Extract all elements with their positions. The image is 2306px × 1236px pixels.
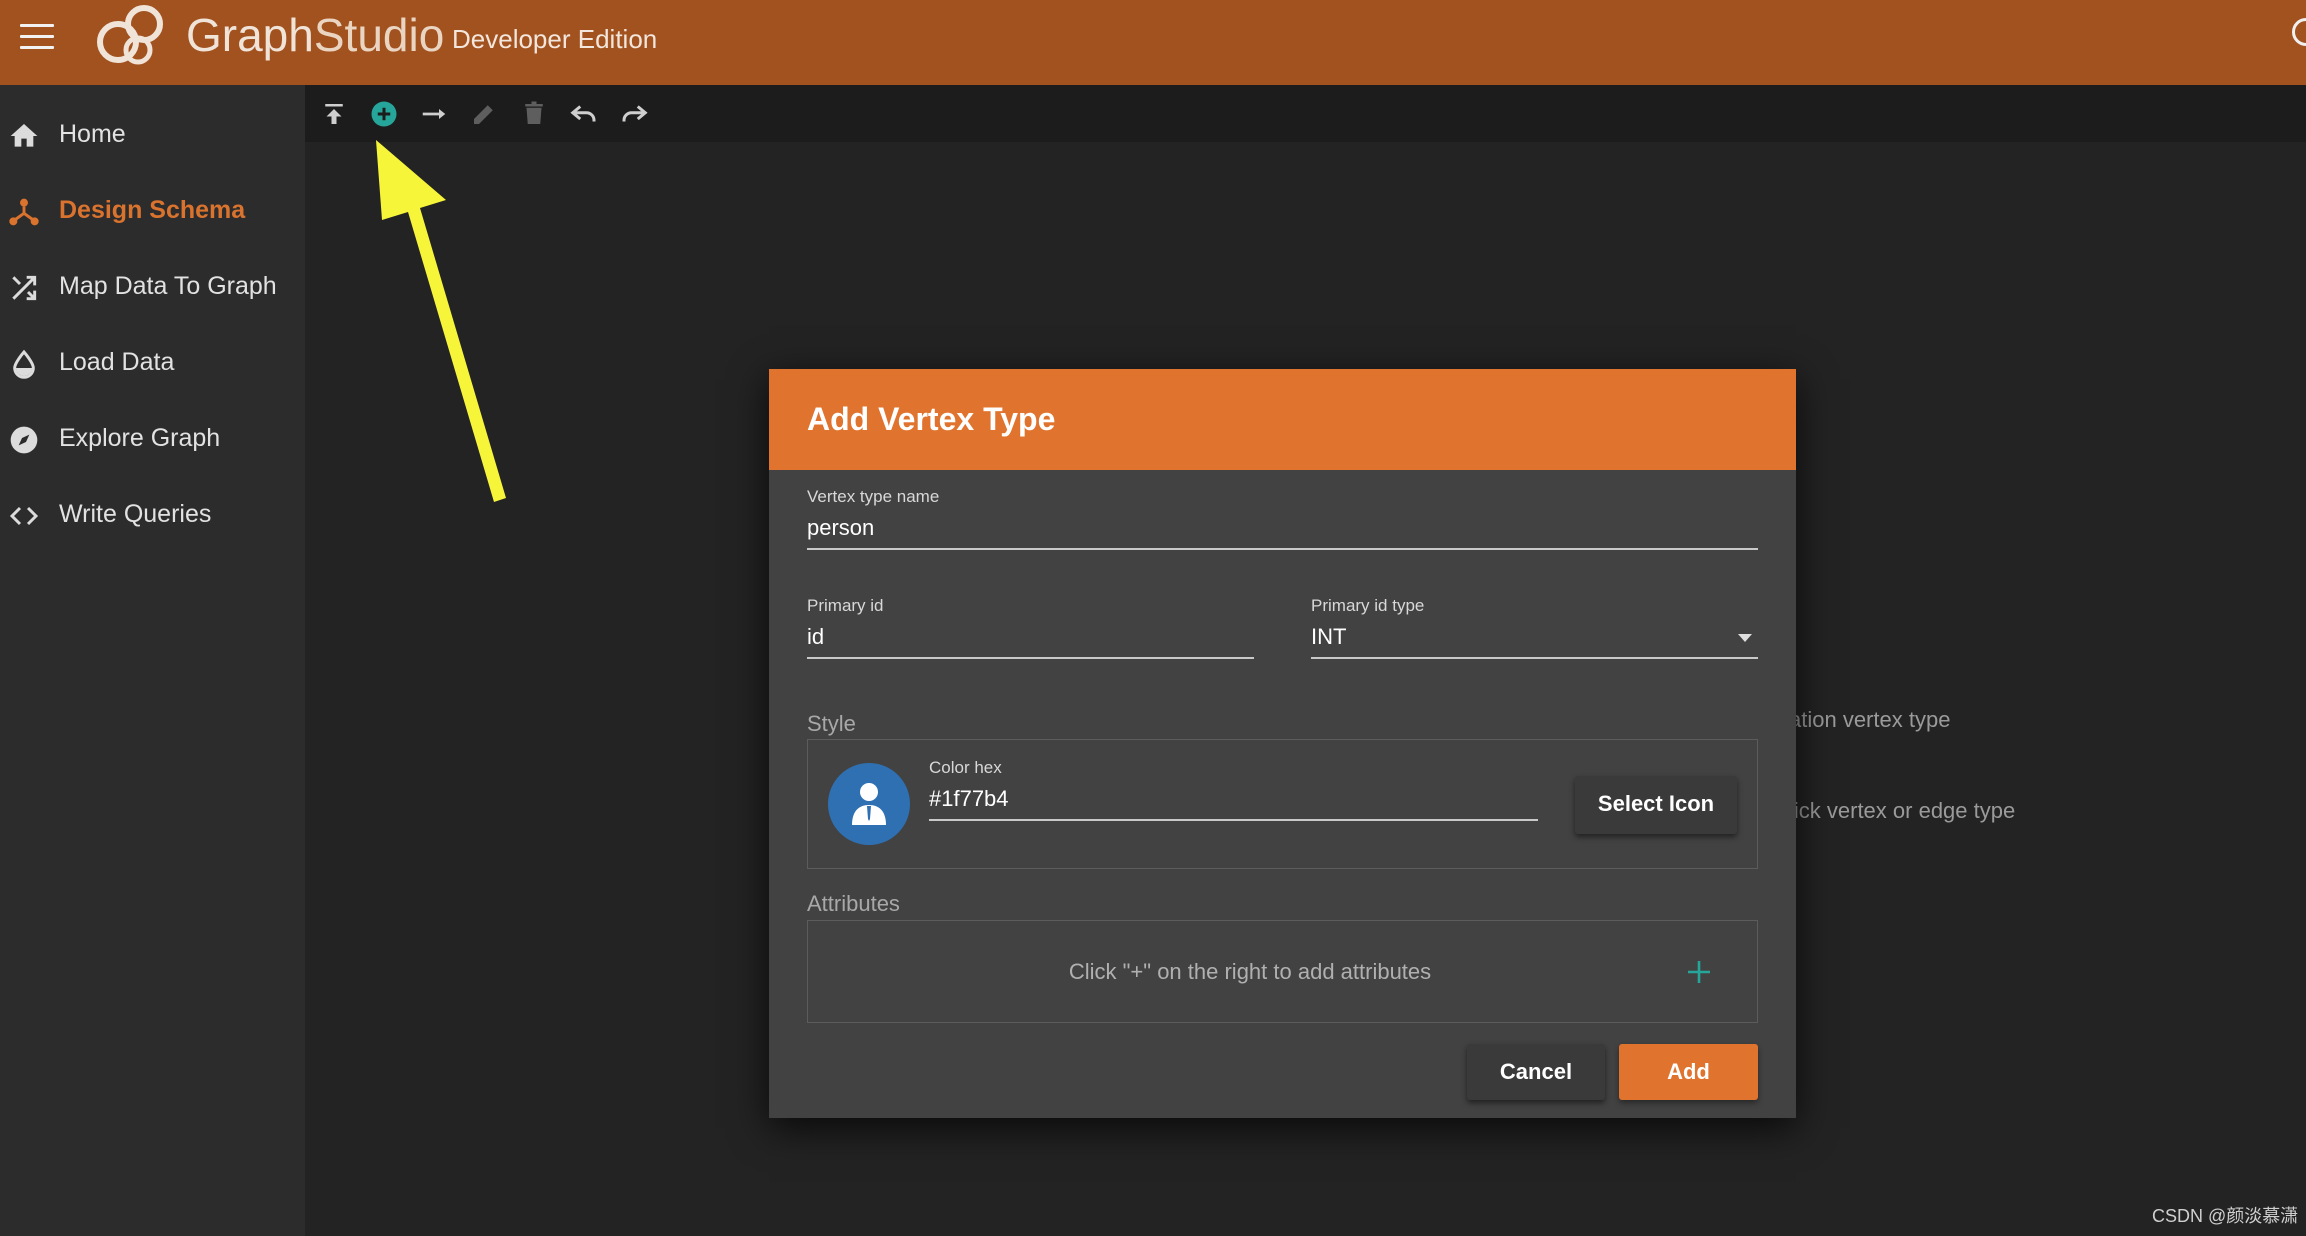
sidebar-item-label: Design Schema <box>59 196 246 224</box>
color-hex-input[interactable] <box>929 786 1537 812</box>
color-hex-label: Color hex <box>929 758 1002 777</box>
attributes-section-label: Attributes <box>807 891 900 916</box>
code-icon <box>9 506 39 526</box>
primary-id-type-underline <box>1311 657 1758 659</box>
primary-id-underline <box>807 657 1254 659</box>
sidebar-item-design-schema[interactable]: Design Schema <box>0 181 305 241</box>
dialog-header: Add Vertex Type <box>769 369 1796 470</box>
sidebar-item-explore-graph[interactable]: Explore Graph <box>0 409 305 469</box>
canvas-hint-text: ation vertex type <box>1789 707 1951 732</box>
color-hex-underline <box>929 819 1538 821</box>
sidebar-item-load-data[interactable]: Load Data <box>0 333 305 393</box>
top-app-bar: GraphStudio Developer Edition <box>0 0 2306 85</box>
sidebar-nav: Home Design Schema Map Data To Graph Loa… <box>0 85 305 1236</box>
home-icon <box>10 124 38 147</box>
vertex-name-label: Vertex type name <box>807 487 940 506</box>
primary-id-type-label: Primary id type <box>1311 596 1425 615</box>
add-button[interactable]: Add <box>1619 1044 1758 1100</box>
add-attribute-icon[interactable] <box>1684 957 1714 987</box>
brand-name: GraphStudio <box>186 8 444 62</box>
schema-toolbar <box>305 85 2306 142</box>
primary-id-input[interactable] <box>807 624 1253 650</box>
attributes-empty-text: Click "+" on the right to add attributes <box>1068 959 1432 984</box>
add-vertex-type-dialog: Add Vertex Type Vertex type name Primary… <box>769 369 1796 1118</box>
primary-id-type-select[interactable]: INT <box>1311 619 1758 659</box>
sidebar-item-label: Home <box>59 120 126 148</box>
sidebar-item-label: Explore Graph <box>59 424 221 452</box>
menu-icon[interactable] <box>20 24 54 50</box>
sidebar-item-write-queries[interactable]: Write Queries <box>0 485 305 545</box>
vertex-icon-preview[interactable] <box>828 763 910 845</box>
add-edge-icon[interactable] <box>419 99 449 129</box>
account-icon[interactable] <box>2292 18 2306 46</box>
delete-icon[interactable] <box>519 99 549 129</box>
primary-id-label: Primary id <box>807 596 884 615</box>
publish-icon[interactable] <box>319 99 349 129</box>
undo-icon[interactable] <box>569 99 599 129</box>
shuffle-icon <box>12 275 37 301</box>
chevron-down-icon <box>1738 634 1752 642</box>
drop-icon <box>13 349 35 379</box>
compass-icon <box>10 426 38 454</box>
canvas-hint-text: lick vertex or edge type <box>1789 798 2016 823</box>
redo-icon[interactable] <box>619 99 649 129</box>
select-icon-button[interactable]: Select Icon <box>1575 776 1737 834</box>
sidebar-item-label: Map Data To Graph <box>59 272 277 300</box>
schema-icon <box>9 198 39 226</box>
add-vertex-icon[interactable] <box>369 99 399 129</box>
edition-label: Developer Edition <box>452 24 658 54</box>
cancel-button[interactable]: Cancel <box>1467 1044 1605 1100</box>
annotation-arrow-icon <box>376 140 506 502</box>
edit-icon[interactable] <box>469 99 499 129</box>
sidebar-item-label: Write Queries <box>59 500 212 528</box>
graphstudio-logo-icon <box>97 5 163 65</box>
style-section-label: Style <box>807 711 856 736</box>
primary-id-type-value: INT <box>1311 624 1347 649</box>
vertex-name-underline <box>807 548 1758 550</box>
sidebar-item-home[interactable]: Home <box>0 105 305 165</box>
vertex-name-input[interactable] <box>807 515 1757 541</box>
dialog-title: Add Vertex Type <box>807 401 1056 437</box>
sidebar-item-label: Load Data <box>59 348 175 376</box>
brand-name-studio: Studio <box>313 9 445 61</box>
sidebar-item-map-data-to-graph[interactable]: Map Data To Graph <box>0 257 305 317</box>
watermark-text: CSDN @颜淡慕潇 <box>2152 1206 2299 1226</box>
person-icon <box>852 783 886 825</box>
brand-name-graph: Graph <box>186 9 314 61</box>
